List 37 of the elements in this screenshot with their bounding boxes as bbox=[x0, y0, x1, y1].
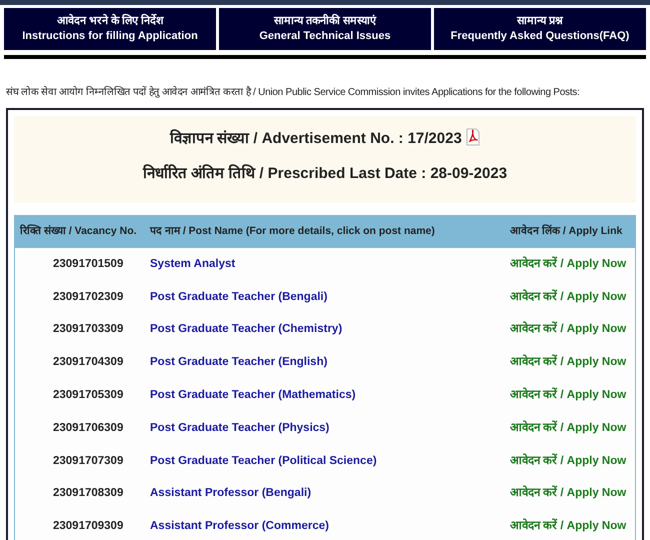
post-name-link[interactable]: Post Graduate Teacher (Mathematics) bbox=[150, 388, 356, 401]
column-header: आवेदन लिंक / Apply Link bbox=[509, 224, 624, 240]
column-header: रिक्ति संख्या / Vacancy No. bbox=[18, 224, 138, 240]
apply-now-link[interactable]: आवेदन करें / Apply Now bbox=[510, 290, 626, 303]
nav-tab[interactable]: सामान्य तकनीकी समस्याएं General Technical Issues bbox=[219, 8, 431, 50]
apply-now-link[interactable]: आवेदन करें / Apply Now bbox=[510, 388, 626, 401]
apply-now-link[interactable]: आवेदन करें / Apply Now bbox=[510, 454, 626, 467]
apply-now-link[interactable]: आवेदन करें / Apply Now bbox=[510, 356, 626, 368]
intro-text: संघ लोक सेवा आयोग निम्नलिखित पदों हेतु आवेदन आमंत्रित करता है / Union Public Service Commission invites Applications for the following Posts: bbox=[5, 85, 581, 100]
post-name-link[interactable]: Post Graduate Teacher (Physics) bbox=[150, 422, 330, 434]
column-header: पद नाम / Post Name (For more details, click on post name) bbox=[148, 224, 436, 240]
advertisement-number: विज्ञापन संख्या / Advertisement No. : 17/2023 bbox=[170, 130, 462, 147]
pdf-icon[interactable] bbox=[466, 128, 480, 146]
post-name-link[interactable]: Post Graduate Teacher (Bengali) bbox=[150, 290, 328, 303]
apply-now-link[interactable]: आवेदन करें / Apply Now bbox=[510, 520, 626, 532]
apply-now-link[interactable]: आवेदन करें / Apply Now bbox=[510, 422, 626, 434]
post-name-link[interactable]: System Analyst bbox=[150, 258, 236, 270]
post-name-link[interactable]: Post Graduate Teacher (English) bbox=[150, 356, 328, 368]
vacancy-number: 23091706309 bbox=[52, 420, 124, 436]
vacancy-number: 23091703309 bbox=[52, 322, 124, 338]
post-name-link[interactable]: Assistant Professor (Bengali) bbox=[150, 487, 312, 500]
post-name-link[interactable]: Post Graduate Teacher (Political Science) bbox=[150, 454, 377, 467]
apply-now-link[interactable]: आवेदन करें / Apply Now bbox=[510, 323, 626, 336]
nav-tab[interactable]: सामान्य प्रश्न Frequently Asked Questions(FAQ) bbox=[434, 8, 646, 50]
vacancy-number: 23091704309 bbox=[52, 355, 124, 370]
vacancy-number: 23091708309 bbox=[52, 486, 124, 502]
vacancy-number: 23091701509 bbox=[52, 256, 124, 272]
vacancy-number: 23091705309 bbox=[52, 388, 124, 403]
last-date: निर्धारित अंतिम तिथि / Prescribed Last Date : 28-09-2023 bbox=[142, 164, 508, 182]
post-name-link[interactable]: Post Graduate Teacher (Chemistry) bbox=[150, 323, 342, 336]
vacancy-number: 23091702309 bbox=[52, 290, 124, 305]
vacancy-number: 23091709309 bbox=[52, 519, 124, 534]
apply-now-link[interactable]: आवेदन करें / Apply Now bbox=[510, 258, 626, 270]
post-name-link[interactable]: Assistant Professor (Commerce) bbox=[150, 520, 329, 532]
vacancy-number: 23091707309 bbox=[52, 454, 124, 469]
apply-now-link[interactable]: आवेदन करें / Apply Now bbox=[510, 487, 626, 500]
nav-tab[interactable]: आवेदन भरने के लिए निर्देश Instructions for filling Application bbox=[4, 8, 216, 50]
